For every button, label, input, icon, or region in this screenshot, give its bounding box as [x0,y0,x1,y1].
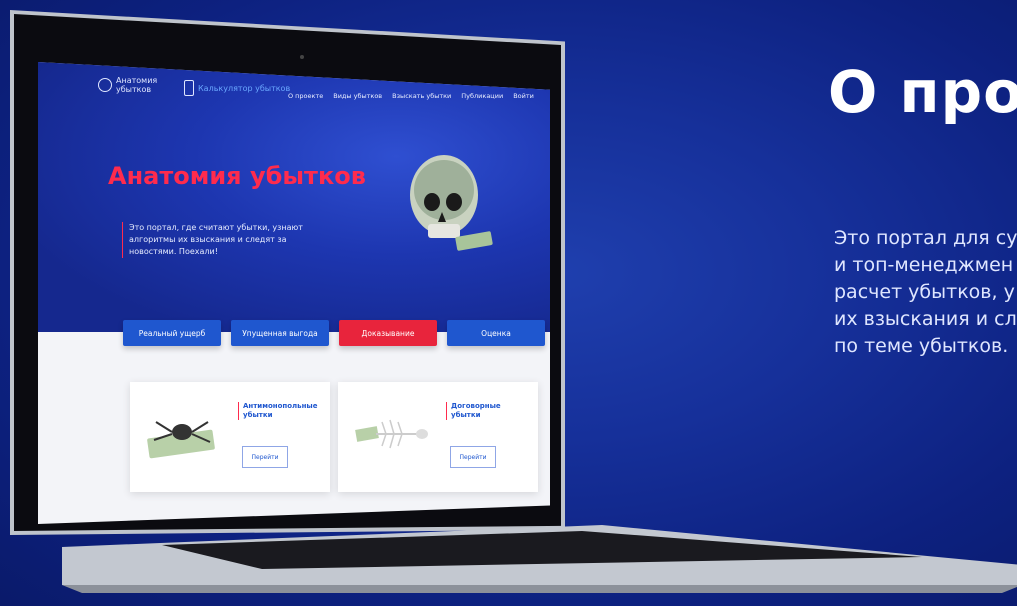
card-go-button[interactable]: Перейти [242,446,288,468]
slide-description-line: по теме убытков. [834,335,1009,357]
card-go-button[interactable]: Перейти [450,446,496,468]
real-damage-button[interactable]: Реальный ущерб [123,320,221,346]
card-title: Антимонопольные убытки [238,402,323,420]
logo-text: Анатомия убытков [116,76,157,94]
card-contract[interactable]: Договорные убытки Перейти [338,382,538,492]
nav-link-login[interactable]: Войти [513,92,534,100]
nav-link-types[interactable]: Виды убытков [333,92,382,100]
logo-line: убытков [116,85,152,94]
assessment-button[interactable]: Оценка [447,320,545,346]
slide-description: Это портал для су и топ-менеджмен расчет… [834,225,1017,360]
nav-link-about[interactable]: О проекте [288,92,323,100]
spider-money-illustration [147,421,215,459]
site-logo[interactable]: Анатомия убытков [98,76,157,94]
proof-button[interactable]: Доказывание [339,320,437,346]
calculator-icon [184,80,194,96]
nav-link-recover[interactable]: Взыскать убытки [392,92,451,100]
calculator-link-label: Калькулятор убытков [198,83,291,93]
money-skull-illustration [410,155,493,251]
laptop-lid: Анатомия убытков Калькулятор убытков О п… [0,10,600,540]
camera-icon [300,55,304,59]
logo-line: Анатомия [116,76,158,85]
slide-description-line: и топ-менеджмен [834,254,1014,276]
calculator-link[interactable]: Калькулятор убытков [184,80,290,96]
slide-title: О про [828,58,1017,126]
card-antitrust[interactable]: Антимонопольные убытки Перейти [130,382,330,492]
slide-description-line: их взыскания и сл [834,308,1017,330]
card-title: Договорные убытки [446,402,531,420]
hero-text: Это портал, где считают убытки, узнают а… [122,222,309,258]
nav-links: О проекте Виды убытков Взыскать убытки П… [288,92,534,100]
hero-section: Анатомия убытков Калькулятор убытков О п… [38,62,550,332]
category-buttons: Реальный ущерб Упущенная выгода Доказыва… [123,320,545,346]
lost-profit-button[interactable]: Упущенная выгода [231,320,329,346]
nav-link-publications[interactable]: Публикации [461,92,503,100]
cards-row: Антимонопольные убытки Перейти Договорны… [130,382,538,492]
slide-description-line: Это портал для су [834,227,1017,249]
skull-logo-icon [98,78,112,92]
laptop-base [62,525,1017,593]
hero-title: Анатомия убытков [108,162,366,190]
laptop-screen: Анатомия убытков Калькулятор убытков О п… [38,62,550,524]
fishbone-illustration [355,419,428,449]
slide-description-line: расчет убытков, у [834,281,1015,303]
